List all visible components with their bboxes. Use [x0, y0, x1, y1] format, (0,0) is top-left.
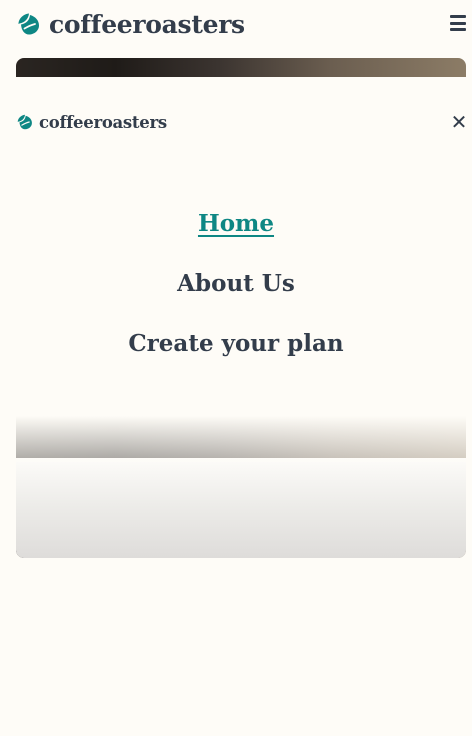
hamburger-icon[interactable]: [450, 15, 466, 31]
mobile-nav-logo[interactable]: coffeeroasters: [16, 111, 167, 133]
brand-name: coffeeroasters: [49, 9, 245, 39]
nav-link-about-us[interactable]: About Us: [177, 270, 295, 297]
hamburger-line: [450, 28, 466, 31]
hamburger-line: [450, 21, 466, 25]
coffee-bean-logo-icon: [17, 114, 32, 130]
nav-item-home: Home: [0, 206, 472, 266]
hamburger-line: [450, 15, 466, 18]
close-icon[interactable]: ✕: [449, 112, 469, 132]
nav-link-create-plan[interactable]: Create your plan: [128, 330, 343, 357]
site-header: coffeeroasters: [0, 0, 472, 50]
section-heading-peek: [0, 686, 472, 732]
mobile-nav-brand-name: coffeeroasters: [39, 112, 167, 132]
hero-fade: [16, 458, 466, 558]
nav-item-create-plan: Create your plan: [0, 326, 472, 386]
mobile-nav-list: Home About Us Create your plan: [0, 206, 472, 386]
coffee-bean-logo-icon: [18, 13, 39, 35]
nav-link-home[interactable]: Home: [198, 210, 274, 237]
site-logo[interactable]: coffeeroasters: [16, 8, 245, 40]
nav-item-about-us: About Us: [0, 266, 472, 326]
